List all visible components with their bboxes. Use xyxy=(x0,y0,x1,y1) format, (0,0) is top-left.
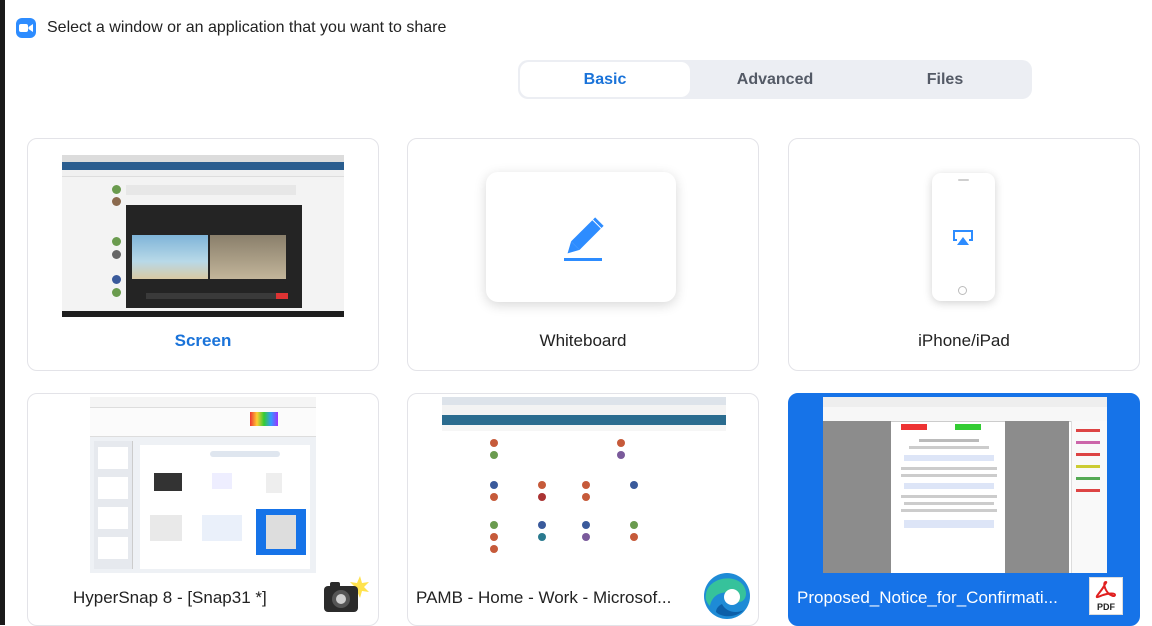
acrobat-swoosh-icon xyxy=(1095,581,1117,599)
tab-files[interactable]: Files xyxy=(860,62,1030,97)
share-window-pdf[interactable]: Proposed_Notice_for_Confirmati... PDF xyxy=(788,393,1140,626)
share-tile-iphone-ipad[interactable]: iPhone/iPad xyxy=(788,138,1140,371)
title-bar: Select a window or an application that y… xyxy=(16,16,446,40)
share-mode-tabs: Basic Advanced Files xyxy=(518,60,1032,99)
iphone-ipad-label: iPhone/iPad xyxy=(918,331,1010,350)
screen-thumbnail xyxy=(62,155,344,317)
airplay-icon xyxy=(953,230,973,245)
share-tile-screen[interactable]: Screen xyxy=(27,138,379,371)
pdf-thumbnail xyxy=(823,397,1107,573)
edge-browser-icon xyxy=(704,573,750,619)
screen-label: Screen xyxy=(174,331,232,350)
edge-window-label: PAMB - Home - Work - Microsof... xyxy=(416,588,672,607)
window-left-border xyxy=(0,0,5,625)
share-tile-whiteboard[interactable]: Whiteboard xyxy=(407,138,759,371)
whiteboard-label: Whiteboard xyxy=(539,331,627,350)
phone-device xyxy=(932,173,995,301)
tab-basic[interactable]: Basic xyxy=(520,62,690,97)
pdf-badge-text: PDF xyxy=(1097,602,1115,612)
hypersnap-camera-icon xyxy=(324,576,369,612)
hypersnap-label: HyperSnap 8 - [Snap31 *] xyxy=(73,588,267,607)
dialog-title: Select a window or an application that y… xyxy=(47,19,447,36)
hypersnap-thumbnail xyxy=(90,397,316,573)
edge-thumbnail xyxy=(442,397,726,573)
tab-advanced[interactable]: Advanced xyxy=(690,62,860,97)
pen-icon xyxy=(564,217,604,261)
whiteboard-card xyxy=(486,172,676,302)
share-window-edge[interactable]: PAMB - Home - Work - Microsof... xyxy=(407,393,759,626)
zoom-logo-icon xyxy=(16,18,36,38)
share-window-hypersnap[interactable]: HyperSnap 8 - [Snap31 *] xyxy=(27,393,379,626)
pdf-icon: PDF xyxy=(1089,577,1123,615)
pdf-window-label: Proposed_Notice_for_Confirmati... xyxy=(797,588,1058,607)
